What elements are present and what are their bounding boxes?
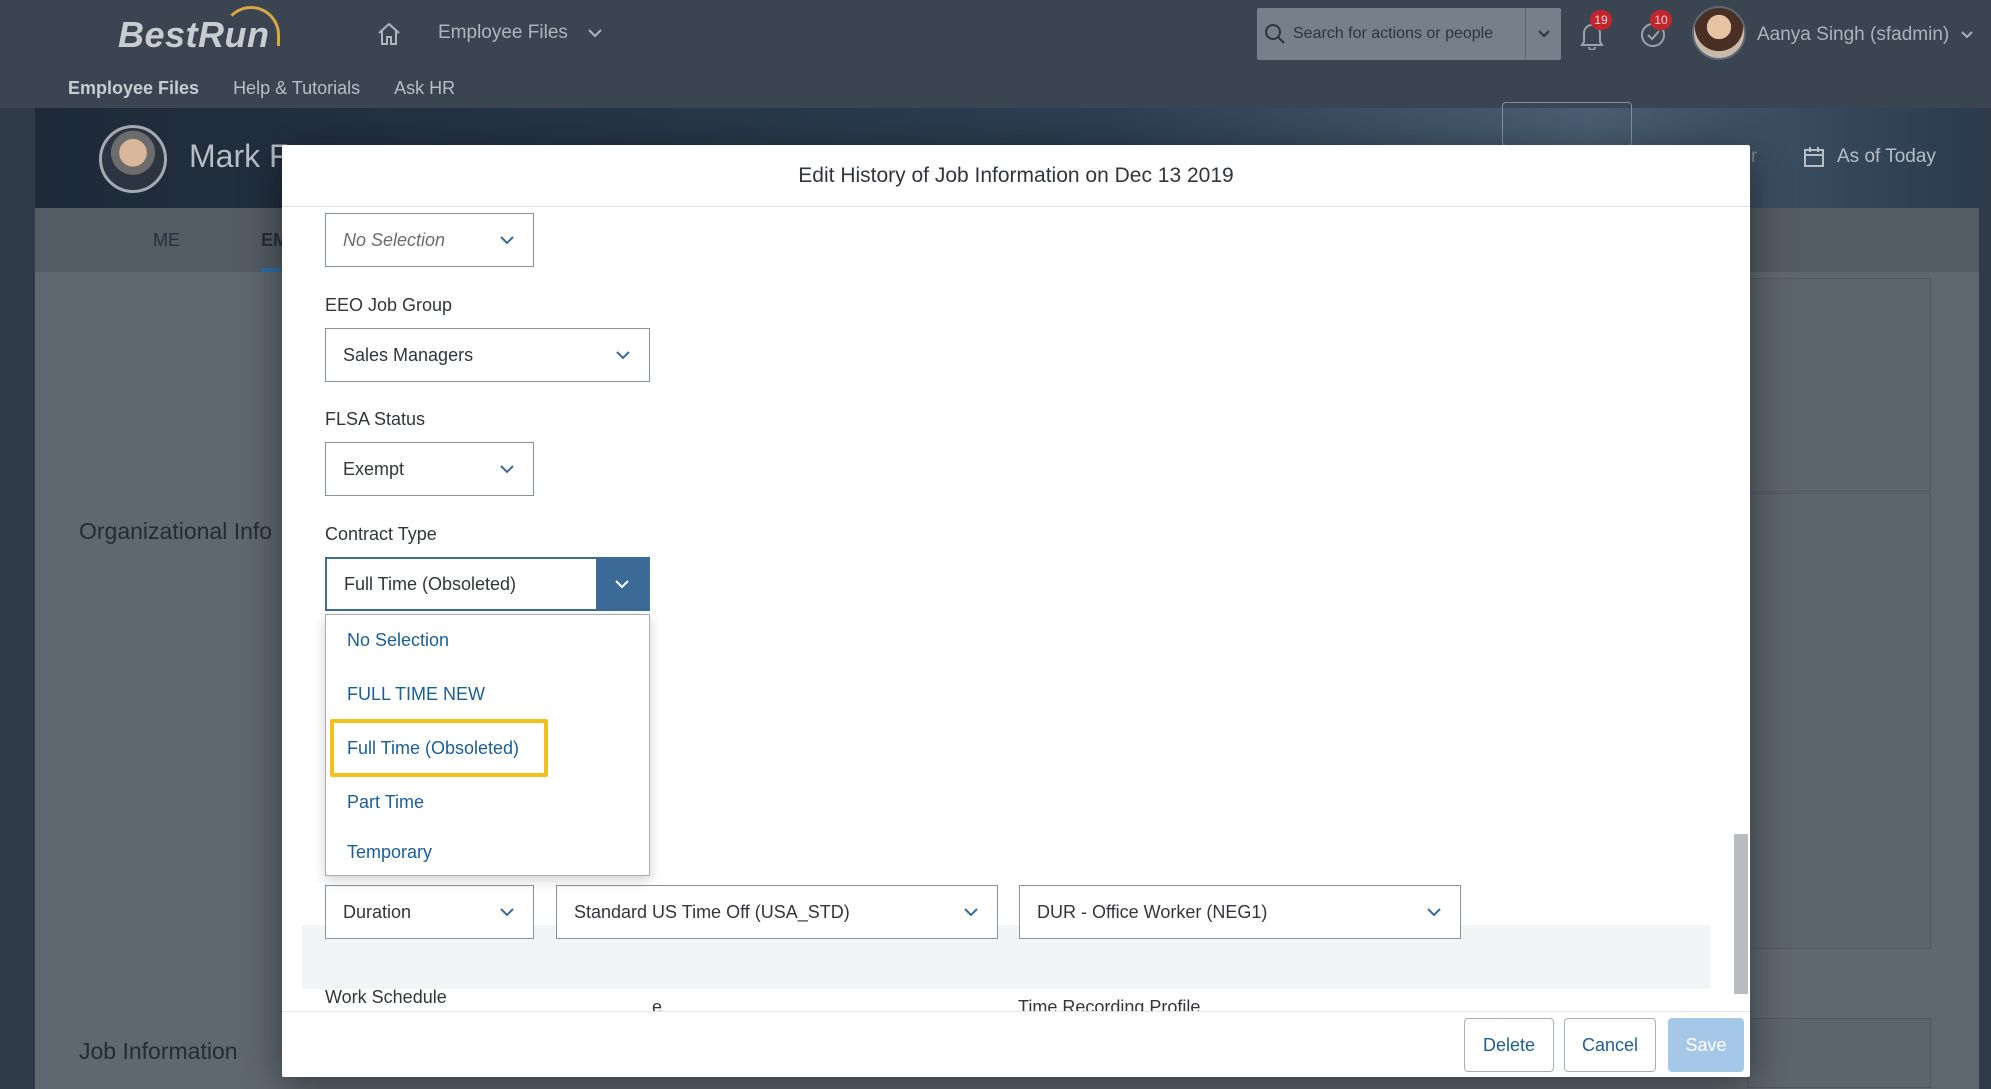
option-no-selection[interactable]: No Selection	[326, 615, 649, 665]
background-card	[1747, 493, 1931, 949]
flsa-status-select[interactable]: Exempt	[325, 442, 534, 496]
time-type-select[interactable]: Duration	[325, 885, 534, 939]
chevron-down-icon	[615, 580, 629, 589]
delete-button[interactable]: Delete	[1464, 1018, 1554, 1072]
background-card	[1747, 1018, 1931, 1088]
section-organizational-info: Organizational Info	[79, 518, 273, 544]
sub-navigation: Employee Files Help & Tutorials Ask HR	[68, 78, 455, 99]
shell-bar: BestRun Employee Files Search for action…	[0, 0, 1991, 108]
subnav-help-tutorials[interactable]: Help & Tutorials	[233, 78, 360, 99]
logo-arc-icon	[222, 6, 280, 46]
edit-history-dialog: Edit History of Job Information on Dec 1…	[282, 145, 1750, 1077]
as-of-label: As of Today	[1837, 146, 1936, 167]
chevron-down-icon	[1961, 31, 1973, 39]
background-card	[1747, 278, 1931, 492]
option-full-time-obsoleted[interactable]: Full Time (Obsoleted)	[326, 723, 649, 773]
time-type-value: Duration	[343, 901, 412, 922]
global-search[interactable]: Search for actions or people	[1257, 8, 1561, 60]
dialog-title: Edit History of Job Information on Dec 1…	[282, 145, 1750, 207]
eeo-job-group-label: EEO Job Group	[325, 295, 453, 315]
chevron-down-icon	[500, 236, 514, 245]
notifications-badge: 19	[1590, 10, 1612, 30]
section-job-information: Job Information	[79, 1038, 238, 1064]
contract-type-select[interactable]: Full Time (Obsoleted)	[325, 557, 650, 611]
option-temporary[interactable]: Temporary	[326, 827, 649, 877]
search-icon	[1265, 24, 1285, 44]
search-scope-dropdown[interactable]	[1525, 8, 1561, 60]
chevron-down-icon	[588, 29, 602, 38]
contract-type-options-list: No Selection FULL TIME NEW Full Time (Ob…	[325, 614, 650, 876]
chevron-down-icon	[964, 908, 978, 917]
time-off-profile-select[interactable]: Standard US Time Off (USA_STD)	[556, 885, 998, 939]
chevron-down-icon	[500, 908, 514, 917]
app-title-menu[interactable]: Employee Files	[438, 22, 604, 44]
todo-badge: 10	[1650, 10, 1672, 30]
search-input[interactable]: Search for actions or people	[1293, 25, 1525, 43]
chevron-down-icon	[1427, 908, 1441, 917]
top-select[interactable]: No Selection	[325, 213, 534, 267]
contract-type-label: Contract Type	[325, 524, 437, 544]
as-of-date-picker[interactable]: As of Today	[1803, 146, 1936, 168]
app-title-label: Employee Files	[438, 22, 568, 43]
employee-photo	[99, 125, 167, 193]
home-icon[interactable]	[375, 20, 403, 48]
user-name-label: Aanya Singh (sfadmin)	[1757, 24, 1950, 45]
save-button[interactable]: Save	[1668, 1018, 1744, 1072]
chevron-down-icon	[616, 351, 630, 360]
header-action-button[interactable]	[1502, 102, 1632, 146]
scrollbar-thumb[interactable]	[1734, 834, 1748, 994]
option-part-time[interactable]: Part Time	[326, 777, 649, 827]
calendar-icon	[1804, 147, 1824, 167]
time-recording-profile-value: DUR - Office Worker (NEG1)	[1037, 901, 1268, 922]
eeo-job-group-value: Sales Managers	[343, 344, 474, 365]
eeo-job-group-select[interactable]: Sales Managers	[325, 328, 650, 382]
flsa-status-label: FLSA Status	[325, 409, 426, 429]
option-full-time-new[interactable]: FULL TIME NEW	[326, 669, 649, 719]
subnav-employee-files[interactable]: Employee Files	[68, 78, 199, 99]
contract-type-value: Full Time (Obsoleted)	[344, 573, 517, 594]
user-avatar[interactable]	[1692, 6, 1746, 60]
tab-me[interactable]: ME	[153, 230, 180, 251]
work-schedule-label: Work Schedule	[325, 987, 447, 1007]
top-select-value: No Selection	[343, 229, 446, 250]
subnav-ask-hr[interactable]: Ask HR	[394, 78, 455, 99]
time-recording-profile-select[interactable]: DUR - Office Worker (NEG1)	[1019, 885, 1461, 939]
header-partial-text: r	[1751, 146, 1758, 167]
chevron-down-icon	[500, 465, 514, 474]
user-menu[interactable]: Aanya Singh (sfadmin)	[1757, 24, 1975, 46]
employee-name: Mark F	[189, 138, 289, 174]
chevron-down-icon	[1537, 30, 1550, 38]
flsa-status-value: Exempt	[343, 458, 405, 479]
cancel-button[interactable]: Cancel	[1564, 1018, 1656, 1072]
time-off-profile-value: Standard US Time Off (USA_STD)	[574, 901, 850, 922]
